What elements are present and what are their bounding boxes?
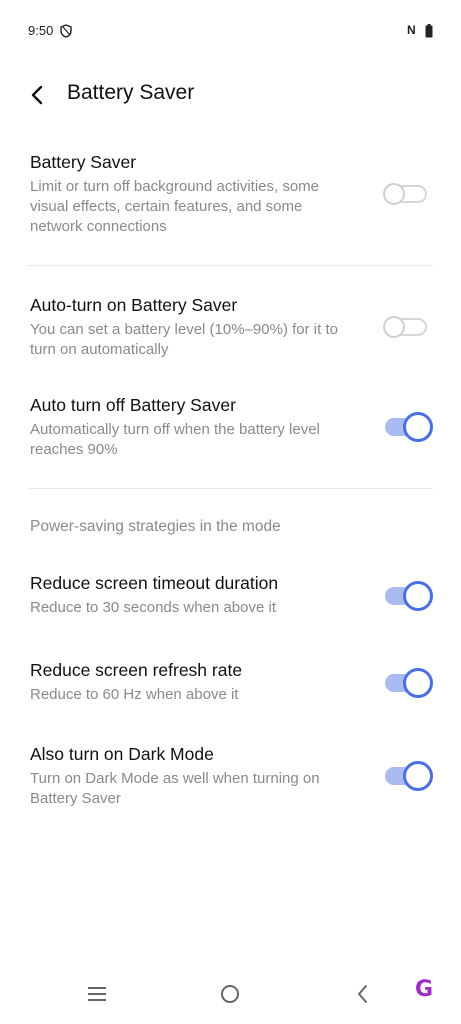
toggle-knob	[403, 581, 433, 611]
strategy-title: Reduce screen timeout duration	[30, 573, 279, 593]
divider	[28, 488, 433, 489]
strategy-title: Also turn on Dark Mode	[30, 744, 214, 764]
status-bar: 9:50 N	[0, 0, 461, 60]
strategy-screen-timeout[interactable]: Reduce screen timeout duration Reduce to…	[30, 571, 433, 618]
screen-timeout-toggle[interactable]	[383, 581, 433, 611]
strategy-dark-mode[interactable]: Also turn on Dark Mode Turn on Dark Mode…	[30, 742, 433, 809]
recents-button[interactable]	[81, 978, 113, 1010]
page-title: Battery Saver	[67, 81, 195, 104]
setting-description: Automatically turn off when the battery …	[30, 421, 320, 458]
setting-auto-turn-off[interactable]: Auto turn off Battery Saver Automaticall…	[30, 393, 433, 460]
chevron-left-icon	[31, 85, 43, 105]
home-icon	[221, 985, 239, 1003]
watermark-logo: G	[414, 977, 433, 1002]
toggle-knob	[403, 668, 433, 698]
setting-description: Limit or turn off background activities,…	[30, 178, 320, 235]
dark-mode-toggle[interactable]	[383, 761, 433, 791]
auto-turn-off-toggle[interactable]	[383, 412, 433, 442]
app-header: Battery Saver	[0, 70, 461, 120]
nav-back-button[interactable]	[347, 978, 379, 1010]
setting-title: Battery Saver	[30, 152, 137, 172]
auto-turn-on-toggle[interactable]	[383, 313, 429, 341]
strategy-description: Turn on Dark Mode as well when turning o…	[30, 770, 320, 807]
section-label: Power-saving strategies in the mode	[30, 518, 281, 535]
home-button[interactable]	[214, 978, 246, 1010]
toggle-knob	[383, 183, 405, 205]
setting-auto-turn-on[interactable]: Auto-turn on Battery Saver You can set a…	[30, 293, 431, 360]
back-button[interactable]	[22, 79, 54, 111]
back-icon	[358, 985, 367, 1003]
strategy-description: Reduce to 60 Hz when above it	[30, 686, 239, 703]
setting-title: Auto turn off Battery Saver	[30, 395, 236, 415]
toggle-knob	[403, 412, 433, 442]
setting-battery-saver[interactable]: Battery Saver Limit or turn off backgrou…	[30, 150, 431, 237]
setting-description: You can set a battery level (10%–90%) fo…	[30, 321, 338, 358]
battery-icon	[425, 24, 433, 38]
nfc-icon: N	[407, 23, 416, 37]
menu-icon	[88, 987, 106, 1001]
shield-icon	[60, 24, 72, 38]
strategy-refresh-rate[interactable]: Reduce screen refresh rate Reduce to 60 …	[30, 658, 433, 705]
toggle-knob	[403, 761, 433, 791]
status-time: 9:50	[28, 23, 54, 38]
strategy-description: Reduce to 30 seconds when above it	[30, 599, 276, 616]
setting-title: Auto-turn on Battery Saver	[30, 295, 238, 315]
navigation-bar: G	[0, 964, 461, 1024]
battery-saver-toggle[interactable]	[383, 180, 429, 208]
divider	[28, 265, 433, 266]
strategy-title: Reduce screen refresh rate	[30, 660, 243, 680]
refresh-rate-toggle[interactable]	[383, 668, 433, 698]
toggle-knob	[383, 316, 405, 338]
